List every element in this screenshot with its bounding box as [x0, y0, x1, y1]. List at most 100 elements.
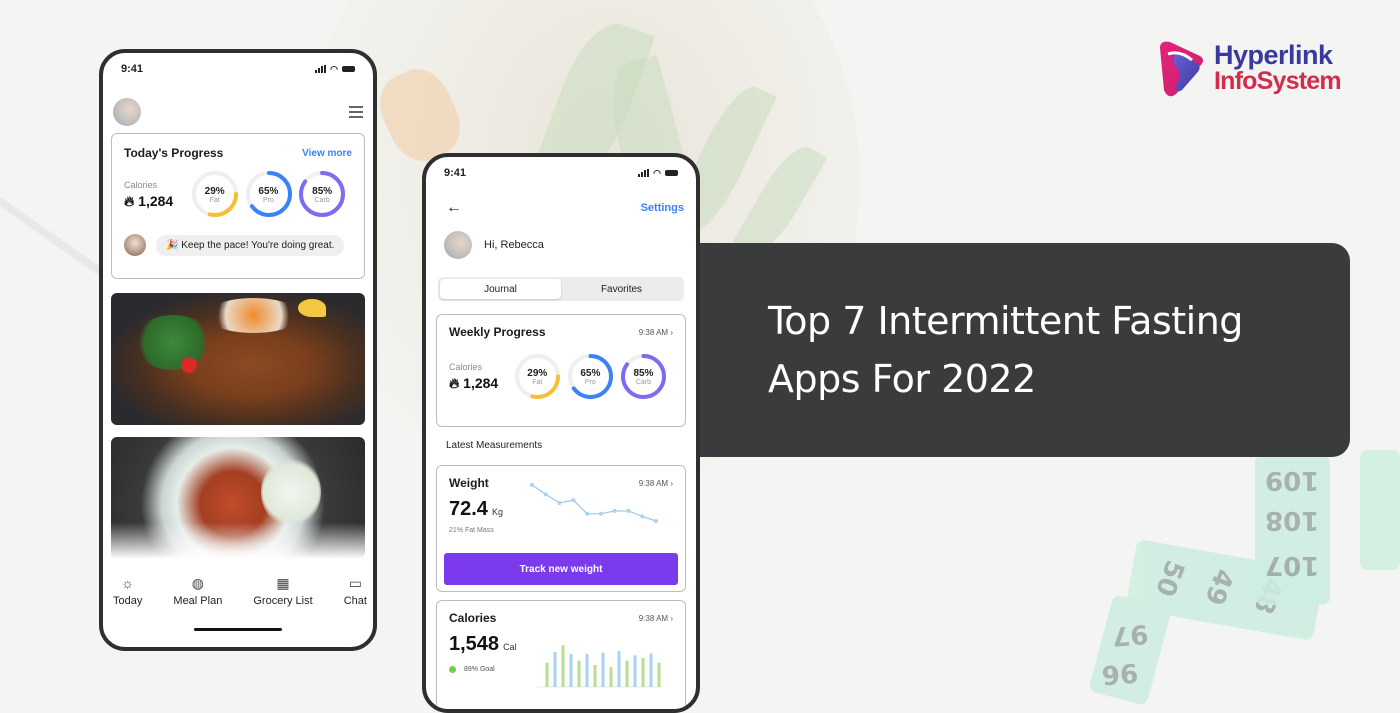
- wifi-icon: ◠: [653, 168, 661, 178]
- tab-favorites[interactable]: Favorites: [561, 279, 682, 299]
- chevron-right-icon: ›: [670, 327, 673, 337]
- calorie-bar: [545, 662, 549, 687]
- status-bar: 9:41 ◠: [103, 53, 373, 77]
- macro-ring: 65% Pro: [245, 170, 293, 220]
- section-title: Latest Measurements: [446, 440, 543, 451]
- meal-image[interactable]: [111, 293, 365, 425]
- calories-card[interactable]: Calories 9:38 AM › 1,548 Cal 89% Goal: [436, 600, 686, 709]
- calories-value: 🔥︎ 1,284: [449, 375, 499, 391]
- logo-line2: InfoSystem: [1214, 67, 1342, 95]
- menu-icon[interactable]: [349, 106, 363, 118]
- calories-value: 1,548: [449, 633, 500, 655]
- calorie-bar: [553, 651, 557, 687]
- status-time: 9:41: [444, 167, 467, 179]
- card-title: Weekly Progress: [449, 325, 546, 339]
- flame-icon: 🔥︎: [449, 375, 460, 391]
- weight-point: [626, 508, 631, 513]
- track-new-weight-button[interactable]: Track new weight: [444, 553, 678, 585]
- calorie-bar: [593, 665, 597, 687]
- card-title: Today's Progress: [124, 146, 224, 160]
- chat-icon: ▭: [348, 575, 362, 591]
- user-avatar[interactable]: [113, 98, 141, 126]
- weight-unit: Kg: [491, 507, 503, 517]
- wifi-icon: ◠: [330, 64, 338, 74]
- grocery-basket-icon: ▦: [276, 575, 290, 591]
- calorie-bar: [625, 660, 629, 687]
- status-bar: 9:41 ◠: [426, 157, 696, 181]
- weight-point: [557, 501, 562, 505]
- back-arrow-icon[interactable]: ←: [446, 199, 462, 217]
- nav-today[interactable]: ☼ Today: [113, 575, 142, 607]
- user-avatar[interactable]: [444, 231, 472, 259]
- calorie-bar: [585, 654, 589, 687]
- weight-point: [585, 511, 590, 516]
- battery-icon: [342, 66, 355, 72]
- settings-link[interactable]: Settings: [641, 202, 684, 214]
- nav-meal-plan[interactable]: ◍ Meal Plan: [173, 575, 222, 607]
- weight-value: 72.4: [449, 498, 488, 520]
- calorie-bar: [561, 645, 565, 687]
- measuring-tape: 97 96: [1088, 593, 1172, 707]
- logo-mark-icon: [1160, 41, 1203, 97]
- signal-icon: [638, 169, 650, 177]
- calories-label: Calories: [124, 180, 158, 190]
- calorie-bar: [577, 660, 581, 687]
- macro-ring: 29% Fat: [191, 170, 239, 220]
- calorie-bar: [649, 653, 653, 687]
- sun-icon: ☼: [121, 575, 135, 591]
- macro-ring: 85% Carb: [298, 170, 346, 220]
- title-banner: Top 7 Intermittent Fasting Apps For 2022: [700, 243, 1350, 457]
- weight-point: [654, 519, 658, 523]
- phone-mockup-journal: 9:41 ◠ ← Settings Hi, Rebecca Journal Fa…: [422, 153, 700, 713]
- chevron-right-icon: ›: [670, 613, 673, 623]
- weight-point: [640, 514, 645, 519]
- nav-grocery-list[interactable]: ▦ Grocery List: [253, 575, 312, 607]
- coach-avatar: [124, 234, 146, 256]
- meal-plan-icon: ◍: [191, 575, 204, 591]
- macro-ring: 65% Pro: [567, 353, 614, 401]
- weight-point: [598, 511, 603, 516]
- bottom-navigation: ☼ Today ◍ Meal Plan ▦ Grocery List ▭ Chat: [103, 575, 373, 607]
- measuring-tape: 109 108 107: [1255, 455, 1330, 605]
- phone-mockup-home: 9:41 ◠ Today's Progress View more Calori…: [99, 49, 377, 651]
- calorie-bar: [641, 657, 645, 687]
- tab-journal[interactable]: Journal: [440, 279, 561, 299]
- macro-ring: 85% Carb: [620, 353, 667, 401]
- battery-icon: [665, 170, 678, 176]
- view-more-link[interactable]: View more: [302, 148, 352, 159]
- macro-ring: 29% Fat: [514, 353, 561, 401]
- home-indicator: [194, 628, 282, 631]
- calorie-bar: [601, 652, 605, 687]
- weight-card[interactable]: Weight 9:38 AM › 72.4 Kg 21% Fat Mass Tra…: [436, 465, 686, 592]
- weekly-progress-card[interactable]: Weekly Progress 9:38 AM › Calories 🔥︎ 1,…: [436, 314, 686, 427]
- brand-logo: Hyperlink InfoSystem: [1156, 38, 1342, 98]
- calorie-bar: [657, 662, 661, 687]
- calories-bar-chart: [537, 645, 662, 688]
- segmented-control: Journal Favorites: [438, 277, 684, 301]
- flame-icon: 🔥︎: [124, 193, 135, 209]
- banner-title: Top 7 Intermittent Fasting Apps For 2022: [768, 299, 1243, 401]
- meal-image[interactable]: [111, 437, 365, 559]
- calorie-bar: [609, 667, 613, 687]
- calories-value: 🔥︎ 1,284: [124, 193, 174, 209]
- weight-trend-line: [531, 484, 657, 522]
- measuring-tape: [1360, 450, 1400, 570]
- card-title: Weight: [449, 476, 489, 490]
- calories-unit: Cal: [503, 642, 517, 652]
- calorie-bar: [617, 650, 621, 687]
- card-timestamp: 9:38 AM ›: [638, 327, 673, 337]
- calories-label: Calories: [449, 362, 483, 372]
- card-timestamp: 9:38 AM ›: [638, 613, 673, 623]
- weight-point: [530, 483, 534, 487]
- greeting: Hi, Rebecca: [484, 239, 544, 251]
- weight-point: [543, 492, 548, 497]
- calorie-bar: [569, 654, 573, 687]
- logo-line1: Hyperlink: [1214, 40, 1333, 70]
- weight-point: [612, 508, 617, 513]
- card-title: Calories: [449, 611, 497, 625]
- signal-icon: [315, 65, 327, 73]
- encouragement-message: 🎉 Keep the pace! You're doing great.: [156, 234, 345, 256]
- goal-text: 89% Goal: [464, 666, 495, 673]
- chevron-right-icon: ›: [670, 478, 673, 488]
- nav-chat[interactable]: ▭ Chat: [344, 575, 367, 607]
